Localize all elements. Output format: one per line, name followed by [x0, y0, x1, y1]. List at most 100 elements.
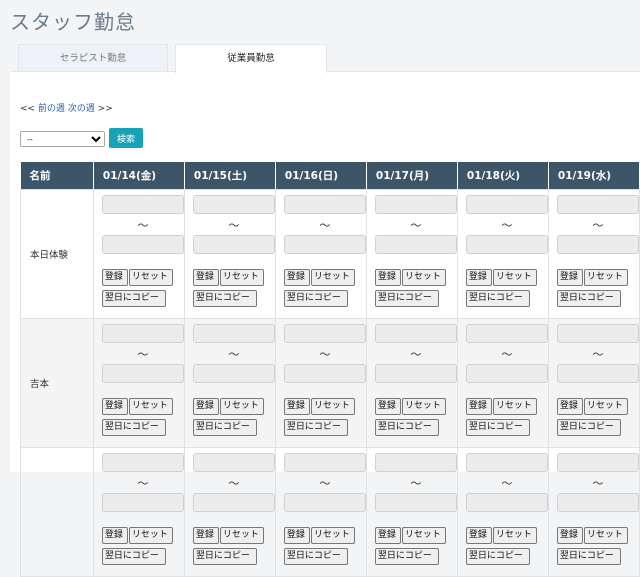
search-button[interactable]: 検索 [109, 128, 143, 148]
register-button[interactable]: 登録 [465, 397, 492, 415]
register-button[interactable]: 登録 [374, 397, 401, 415]
copy-to-next-day-button[interactable]: 翌日にコピー [101, 418, 166, 436]
register-button[interactable]: 登録 [374, 526, 401, 544]
end-time-input[interactable] [283, 234, 366, 254]
start-time-input[interactable] [465, 323, 548, 343]
start-time-input[interactable] [556, 194, 639, 214]
reset-button[interactable]: リセット [401, 526, 446, 544]
end-time-input[interactable] [556, 492, 639, 512]
reset-button[interactable]: リセット [128, 268, 173, 286]
tab-employee-attendance[interactable]: 従業員勤怠 [175, 44, 327, 73]
end-time-input[interactable] [283, 363, 366, 383]
copy-to-next-day-button[interactable]: 翌日にコピー [556, 289, 621, 307]
register-button[interactable]: 登録 [556, 526, 583, 544]
copy-to-next-day-button[interactable]: 翌日にコピー [101, 547, 166, 565]
tab-therapist-attendance[interactable]: セラピスト勤怠 [18, 44, 168, 72]
reset-button[interactable]: リセット [492, 526, 537, 544]
start-time-input[interactable] [283, 452, 366, 472]
start-time-input[interactable] [101, 194, 184, 214]
start-time-input[interactable] [192, 323, 275, 343]
copy-to-next-day-button[interactable]: 翌日にコピー [192, 289, 257, 307]
reset-button[interactable]: リセット [219, 397, 264, 415]
end-time-input[interactable] [101, 492, 184, 512]
register-button[interactable]: 登録 [283, 526, 310, 544]
copy-to-next-day-button[interactable]: 翌日にコピー [283, 289, 348, 307]
start-time-input[interactable] [374, 194, 457, 214]
reset-button[interactable]: リセット [583, 397, 628, 415]
reset-button[interactable]: リセット [128, 526, 173, 544]
start-time-input[interactable] [192, 452, 275, 472]
reset-button[interactable]: リセット [401, 268, 446, 286]
copy-to-next-day-button[interactable]: 翌日にコピー [374, 418, 439, 436]
end-time-input[interactable] [192, 492, 275, 512]
register-button[interactable]: 登録 [101, 268, 128, 286]
reset-button[interactable]: リセット [310, 268, 355, 286]
reset-button[interactable]: リセット [583, 268, 628, 286]
register-button[interactable]: 登録 [283, 397, 310, 415]
end-time-input[interactable] [101, 234, 184, 254]
copy-to-next-day-button[interactable]: 翌日にコピー [283, 418, 348, 436]
reset-button[interactable]: リセット [219, 526, 264, 544]
end-time-input[interactable] [374, 492, 457, 512]
register-button[interactable]: 登録 [283, 268, 310, 286]
start-time-input[interactable] [374, 323, 457, 343]
end-time-input[interactable] [192, 363, 275, 383]
register-button[interactable]: 登録 [101, 526, 128, 544]
end-time-input[interactable] [465, 492, 548, 512]
end-time-input[interactable] [283, 492, 366, 512]
shift-cell: 〜登録 リセット 翌日にコピー [94, 448, 184, 576]
register-button[interactable]: 登録 [374, 268, 401, 286]
end-time-input[interactable] [374, 363, 457, 383]
next-week-link[interactable]: 次の週 [68, 104, 95, 114]
copy-to-next-day-button[interactable]: 翌日にコピー [556, 418, 621, 436]
register-button[interactable]: 登録 [192, 397, 219, 415]
range-separator: 〜 [228, 347, 240, 361]
reset-button[interactable]: リセット [492, 268, 537, 286]
start-time-input[interactable] [465, 194, 548, 214]
reset-button[interactable]: リセット [219, 268, 264, 286]
start-time-input[interactable] [465, 452, 548, 472]
end-time-input[interactable] [465, 363, 548, 383]
copy-to-next-day-button[interactable]: 翌日にコピー [465, 547, 530, 565]
end-time-input[interactable] [192, 234, 275, 254]
staff-filter-select[interactable]: -- [20, 131, 105, 147]
end-time-input[interactable] [556, 363, 639, 383]
reset-button[interactable]: リセット [492, 397, 537, 415]
reset-button[interactable]: リセット [310, 397, 355, 415]
start-time-input[interactable] [192, 194, 275, 214]
reset-button[interactable]: リセット [583, 526, 628, 544]
start-time-input[interactable] [101, 452, 184, 472]
register-button[interactable]: 登録 [556, 397, 583, 415]
start-time-input[interactable] [283, 323, 366, 343]
reset-button[interactable]: リセット [128, 397, 173, 415]
start-time-input[interactable] [556, 323, 639, 343]
end-time-input[interactable] [101, 363, 184, 383]
start-time-input[interactable] [283, 194, 366, 214]
copy-to-next-day-button[interactable]: 翌日にコピー [465, 289, 530, 307]
end-time-input[interactable] [465, 234, 548, 254]
register-button[interactable]: 登録 [192, 268, 219, 286]
end-time-input[interactable] [374, 234, 457, 254]
reset-button[interactable]: リセット [310, 526, 355, 544]
prev-week-link[interactable]: 前の週 [38, 104, 65, 114]
register-button[interactable]: 登録 [556, 268, 583, 286]
start-time-input[interactable] [101, 323, 184, 343]
register-button[interactable]: 登録 [101, 397, 128, 415]
register-button[interactable]: 登録 [465, 526, 492, 544]
copy-to-next-day-button[interactable]: 翌日にコピー [374, 547, 439, 565]
start-time-input[interactable] [374, 452, 457, 472]
copy-to-next-day-button[interactable]: 翌日にコピー [374, 289, 439, 307]
start-time-input[interactable] [556, 452, 639, 472]
register-button[interactable]: 登録 [192, 526, 219, 544]
copy-to-next-day-button[interactable]: 翌日にコピー [556, 547, 621, 565]
copy-to-next-day-button[interactable]: 翌日にコピー [192, 547, 257, 565]
reset-button[interactable]: リセット [401, 397, 446, 415]
copy-to-next-day-button[interactable]: 翌日にコピー [192, 418, 257, 436]
shift-cell: 〜登録 リセット 翌日にコピー [367, 319, 457, 447]
shift-cell: 〜登録 リセット 翌日にコピー [185, 448, 275, 576]
copy-to-next-day-button[interactable]: 翌日にコピー [465, 418, 530, 436]
copy-to-next-day-button[interactable]: 翌日にコピー [101, 289, 166, 307]
copy-to-next-day-button[interactable]: 翌日にコピー [283, 547, 348, 565]
end-time-input[interactable] [556, 234, 639, 254]
register-button[interactable]: 登録 [465, 268, 492, 286]
